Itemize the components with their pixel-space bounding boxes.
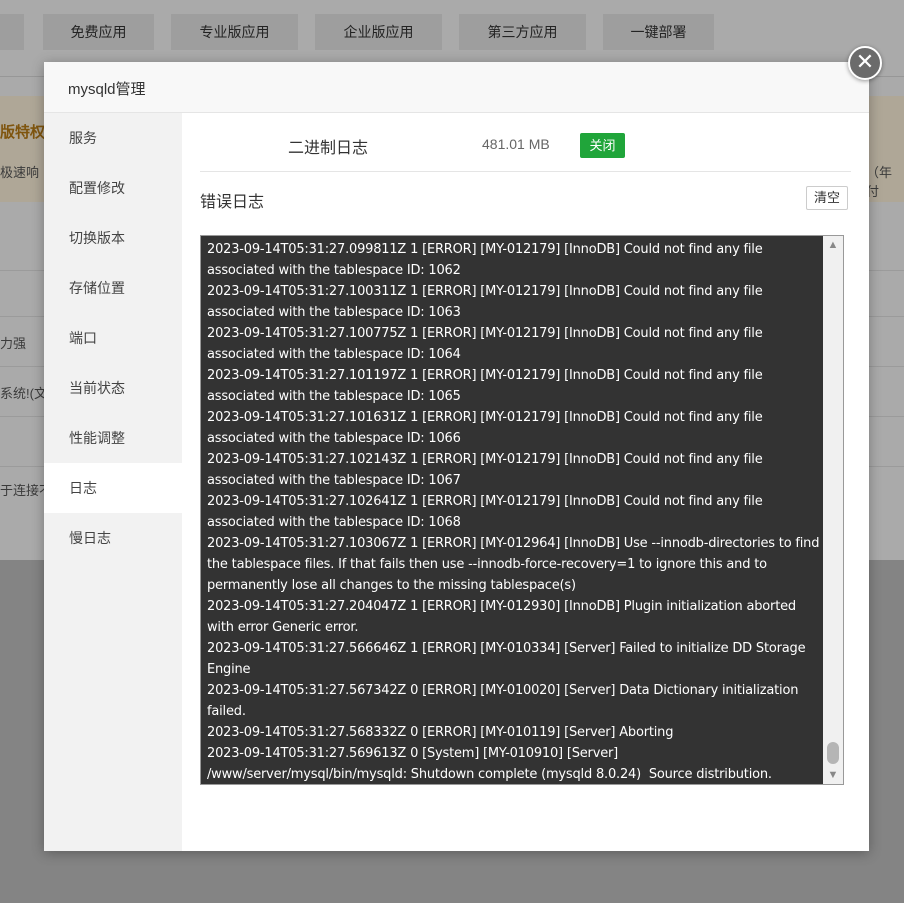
log-line: 2023-09-14T05:31:27.102143Z 1 [ERROR] [M… bbox=[207, 452, 767, 488]
dialog-header: mysqld管理 bbox=[44, 62, 869, 113]
log-line: 2023-09-14T05:31:27.568332Z 0 [ERROR] [M… bbox=[207, 725, 674, 740]
sidebar-item-service[interactable]: 服务 bbox=[44, 113, 182, 163]
sidebar-item-performance[interactable]: 性能调整 bbox=[44, 413, 182, 463]
dialog-sidebar: 服务 配置修改 切换版本 存储位置 端口 当前状态 性能调整 日志 慢日志 bbox=[44, 113, 182, 851]
log-line: 2023-09-14T05:31:27.100775Z 1 [ERROR] [M… bbox=[207, 326, 767, 362]
binlog-toggle-button[interactable]: 关闭 bbox=[580, 133, 625, 158]
clear-log-button[interactable]: 清空 bbox=[806, 186, 848, 210]
log-scrollbar[interactable]: ▲ ▼ bbox=[823, 236, 843, 784]
scroll-thumb[interactable] bbox=[827, 742, 839, 764]
binlog-size: 481.01 MB bbox=[482, 136, 550, 152]
sidebar-item-slow-log[interactable]: 慢日志 bbox=[44, 513, 182, 563]
error-log-content: 2023-09-14T05:31:27.099811Z 1 [ERROR] [M… bbox=[207, 239, 824, 784]
dialog-title: mysqld管理 bbox=[68, 81, 146, 98]
log-line: 2023-09-14T05:31:27.103067Z 1 [ERROR] [M… bbox=[207, 536, 824, 593]
sidebar-item-switch-version[interactable]: 切换版本 bbox=[44, 213, 182, 263]
close-icon[interactable]: ✕ bbox=[848, 46, 882, 80]
log-line: 2023-09-14T05:31:27.101197Z 1 [ERROR] [M… bbox=[207, 368, 767, 404]
sidebar-item-port[interactable]: 端口 bbox=[44, 313, 182, 363]
binlog-row: 二进制日志 481.01 MB 关闭 bbox=[200, 113, 851, 172]
log-line: 2023-09-14T05:31:27.204047Z 1 [ERROR] [M… bbox=[207, 599, 800, 635]
sidebar-item-logs[interactable]: 日志 bbox=[44, 463, 182, 513]
log-line: 2023-09-14T05:31:27.099811Z 1 [ERROR] [M… bbox=[207, 242, 767, 278]
log-line: 2023-09-14T05:31:27.100311Z 1 [ERROR] [M… bbox=[207, 284, 767, 320]
binlog-label: 二进制日志 bbox=[288, 140, 369, 157]
sidebar-item-config[interactable]: 配置修改 bbox=[44, 163, 182, 213]
scroll-down-arrow-icon[interactable]: ▼ bbox=[823, 766, 843, 784]
log-line: 2023-09-14T05:31:27.102641Z 1 [ERROR] [M… bbox=[207, 494, 767, 530]
sidebar-item-status[interactable]: 当前状态 bbox=[44, 363, 182, 413]
log-line: 2023-09-14T05:31:27.569613Z 0 [System] [… bbox=[207, 746, 772, 782]
dialog-content: 二进制日志 481.01 MB 关闭 错误日志 清空 2023-09-14T05… bbox=[182, 113, 869, 851]
log-line: 2023-09-14T05:31:27.566646Z 1 [ERROR] [M… bbox=[207, 641, 810, 677]
scroll-up-arrow-icon[interactable]: ▲ bbox=[823, 236, 843, 254]
error-log-title: 错误日志 bbox=[200, 194, 265, 211]
sidebar-item-storage[interactable]: 存储位置 bbox=[44, 263, 182, 313]
mysqld-manager-dialog: mysqld管理 服务 配置修改 切换版本 存储位置 端口 当前状态 性能调整 … bbox=[44, 62, 869, 851]
error-log-textarea[interactable]: 2023-09-14T05:31:27.099811Z 1 [ERROR] [M… bbox=[200, 235, 844, 785]
log-line: 2023-09-14T05:31:27.101631Z 1 [ERROR] [M… bbox=[207, 410, 767, 446]
log-line: 2023-09-14T05:31:27.567342Z 0 [ERROR] [M… bbox=[207, 683, 803, 719]
